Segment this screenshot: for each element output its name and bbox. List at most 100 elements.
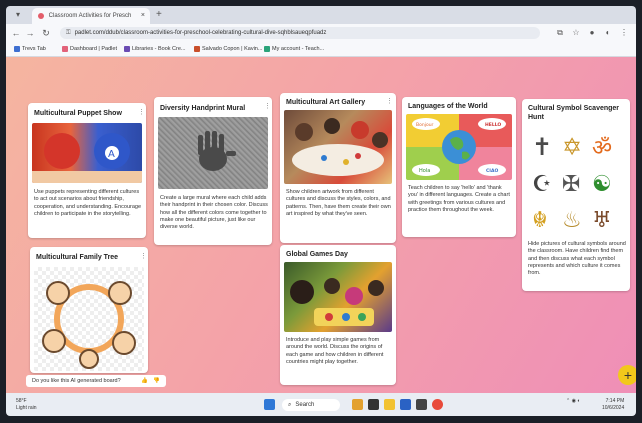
post-card-handprint-mural[interactable]: Diversity Handprint Mural ⋮ Create a lar… (154, 97, 272, 245)
profile-icon[interactable]: ◐ (602, 27, 614, 39)
clock[interactable]: 7:14 PM 10/6/2024 (602, 398, 624, 412)
om-symbol-icon: ॐ (592, 136, 612, 161)
back-icon[interactable]: ← (10, 27, 22, 39)
puppet-image: A (32, 123, 142, 183)
chrome-icon[interactable] (432, 399, 443, 410)
bookmark-icon (62, 45, 68, 52)
post-card-global-games[interactable]: Global Games Day Introduce and play simp… (280, 245, 396, 385)
tab-bar: ▾ Classroom Activities for Presch × + (6, 6, 636, 24)
maltese-cross-icon: ✠ (562, 172, 580, 197)
post-body: Hide pictures of cultural symbols around… (528, 241, 626, 277)
file-explorer-icon[interactable] (384, 399, 395, 410)
ai-feedback-text: Do you like this AI generated board? (32, 378, 121, 384)
weather-condition: Light rain (16, 405, 37, 411)
crescent-star-icon: ☪ (532, 172, 552, 197)
greetings-globe-illustration: Bonjour HELLO Hola CIAO (406, 114, 512, 180)
padlet-favicon-icon (38, 13, 44, 19)
bookmark-star-icon[interactable]: ☆ (570, 27, 582, 39)
add-post-button[interactable]: + (618, 365, 636, 385)
post-title: Multicultural Family Tree (36, 254, 119, 261)
close-icon[interactable]: × (141, 8, 145, 24)
clock-time: 7:14 PM (605, 398, 625, 404)
mask-symbol-icon: ♅ (592, 208, 612, 233)
weather-widget[interactable]: 58°F Light rain (16, 398, 37, 412)
bookmark-icon (14, 45, 20, 52)
post-body: Show children artwork from different cul… (286, 189, 391, 217)
search-label: Search (295, 402, 315, 408)
puppet-illustration: A (32, 133, 142, 183)
more-options-icon[interactable]: ⋮ (386, 98, 393, 105)
more-options-icon[interactable]: ⋮ (140, 253, 147, 260)
symbols-image: ✝ ✡ ॐ ☪ ✠ ☯ ☬ ♨ ♅ (528, 127, 624, 235)
khanda-icon: ☬ (532, 208, 548, 233)
cultural-symbols-grid: ✝ ✡ ॐ ☪ ✠ ☯ ☬ ♨ ♅ (532, 133, 612, 233)
tab-classroom-activities[interactable]: Classroom Activities for Presch × (32, 8, 150, 24)
handprint-illustration (198, 131, 236, 171)
art-gallery-image (284, 110, 392, 184)
mail-icon[interactable] (400, 399, 411, 410)
windows-start-icon[interactable] (264, 399, 275, 410)
children-playing-illustration (290, 278, 384, 326)
family-circle-illustration (42, 281, 136, 369)
post-body: Create a large mural where each child ad… (160, 195, 268, 231)
lotus-symbol-icon: ♨ (562, 208, 582, 233)
post-body: Use puppets representing different cultu… (34, 189, 142, 217)
bookmark-item[interactable]: My account - Teach... (264, 44, 324, 54)
site-info-icon[interactable]: ⚿ (66, 27, 71, 39)
extension-icon[interactable]: ● (586, 27, 598, 39)
greeting-hola: Hola (419, 168, 430, 174)
screen: ▾ Classroom Activities for Presch × + ← … (6, 6, 636, 416)
padlet-board: Multicultural Puppet Show ⋮ A Use puppet… (6, 57, 636, 393)
search-icon: ⌕ (288, 402, 292, 408)
family-tree-image (34, 267, 144, 371)
url-text: padlet.com/ddub/classroom-activities-for… (74, 30, 327, 36)
games-image (284, 262, 392, 332)
post-body: Teach children to say 'hello' and 'thank… (408, 185, 510, 213)
bookmark-item[interactable]: Trevs Tab (14, 44, 46, 54)
address-bar[interactable]: ⚿ padlet.com/ddub/classroom-activities-fo… (60, 27, 540, 39)
greeting-hello: HELLO (485, 122, 501, 128)
post-title: Multicultural Puppet Show (34, 110, 122, 117)
install-icon[interactable]: ⧉ (554, 27, 566, 39)
forward-icon[interactable]: → (24, 27, 36, 39)
taskbar-search[interactable]: ⌕ Search (282, 399, 340, 411)
thumbs-down-icon[interactable]: 👎 (153, 375, 160, 387)
post-card-symbol-hunt[interactable]: Cultural Symbol Scavenger Hunt ✝ ✡ ॐ ☪ ✠… (522, 99, 630, 291)
system-tray-icons[interactable]: ⌃ ◉ ◐ (566, 398, 580, 405)
post-title: Multicultural Art Gallery (286, 99, 366, 106)
new-tab-button[interactable]: + (156, 8, 162, 22)
children-painting-illustration (292, 118, 388, 176)
thumbs-up-icon[interactable]: 👍 (141, 375, 148, 387)
bookmark-item[interactable]: Libraries - Book Cre... (124, 44, 186, 54)
tab-title: Classroom Activities for Presch (48, 13, 131, 19)
post-card-languages[interactable]: Languages of the World Bonjour HELLO Hol… (402, 97, 516, 237)
star-of-david-icon: ✡ (562, 133, 582, 161)
cross-symbol-icon: ✝ (532, 133, 552, 161)
widgets-icon[interactable] (352, 399, 363, 410)
bookmark-item[interactable]: Dashboard | Padlet (62, 44, 117, 54)
svg-text:A: A (108, 149, 115, 160)
post-title: Languages of the World (408, 103, 488, 110)
browser-toolbar: ← → ↻ ⚿ padlet.com/ddub/classroom-activit… (6, 24, 636, 42)
reload-icon[interactable]: ↻ (40, 27, 52, 39)
bookmarks-bar: Trevs Tab Dashboard | Padlet Libraries -… (6, 42, 636, 57)
post-body: Introduce and play simple games from aro… (286, 337, 384, 365)
tab-menu-icon[interactable]: ▾ (12, 9, 24, 21)
post-card-family-tree[interactable]: Multicultural Family Tree ⋮ (30, 247, 148, 373)
bookmark-icon (194, 45, 200, 52)
more-options-icon[interactable]: ⋮ (138, 109, 145, 116)
post-title: Cultural Symbol Scavenger Hunt (528, 105, 620, 121)
task-view-icon[interactable] (368, 399, 379, 410)
menu-icon[interactable]: ⋮ (618, 27, 630, 39)
weather-temp: 58°F (16, 398, 27, 404)
post-card-puppet-show[interactable]: Multicultural Puppet Show ⋮ A Use puppet… (28, 103, 146, 238)
more-options-icon[interactable]: ⋮ (264, 103, 271, 110)
post-card-art-gallery[interactable]: Multicultural Art Gallery ⋮ Show childre… (280, 93, 396, 243)
greeting-bonjour: Bonjour (416, 122, 434, 128)
ai-feedback-bar: Do you like this AI generated board? 👍 👎 (26, 375, 166, 387)
bookmark-item[interactable]: Salvado Copon | Kavin... (194, 44, 262, 54)
bookmark-icon (264, 45, 270, 52)
store-icon[interactable] (416, 399, 427, 410)
greeting-ciao: CIAO (486, 168, 498, 174)
languages-image: Bonjour HELLO Hola CIAO (406, 114, 512, 180)
